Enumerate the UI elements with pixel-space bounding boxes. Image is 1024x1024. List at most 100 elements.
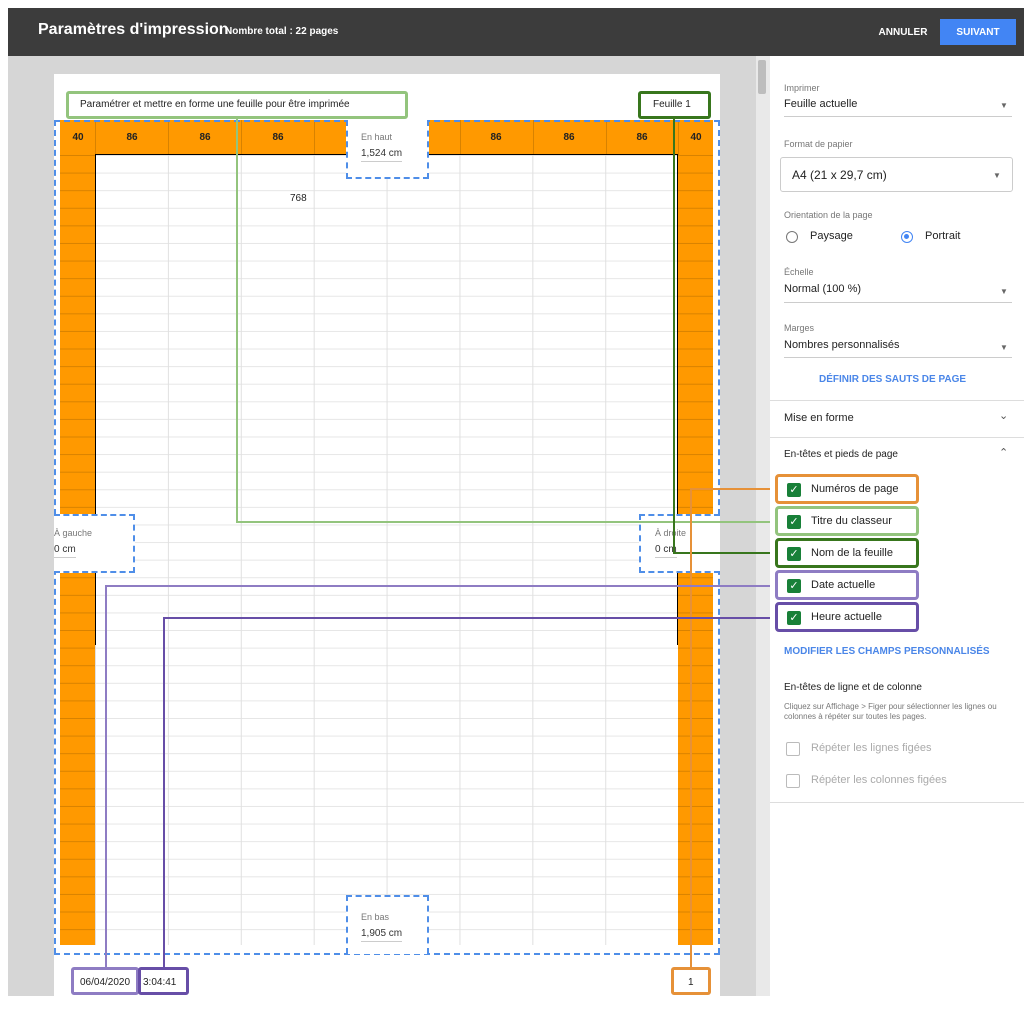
scale-underline xyxy=(784,302,1012,303)
right-margin-label: À droite xyxy=(655,528,687,538)
checkbox-checked-icon[interactable]: ✓ xyxy=(787,547,801,561)
column-width-label: 86 xyxy=(490,132,502,143)
page-numbers-checkbox-row[interactable]: ✓ Numéros de page xyxy=(775,474,919,504)
workbook-title-label: Titre du classeur xyxy=(811,515,892,527)
connector-date xyxy=(105,585,107,968)
repeat-columns-label: Répéter les colonnes figées xyxy=(811,774,947,786)
preview-scrollbar-thumb[interactable] xyxy=(758,60,766,94)
column-divider xyxy=(533,120,534,155)
row-column-headers-title: En-têtes de ligne et de colonne xyxy=(784,682,922,693)
sheet-grid xyxy=(95,155,678,945)
repeat-rows-label: Répéter les lignes figées xyxy=(811,742,932,754)
bottom-margin-label: En bas xyxy=(361,912,390,922)
section-divider xyxy=(770,437,1024,438)
column-width-label: 86 xyxy=(199,132,211,143)
margins-label: Marges xyxy=(784,323,815,333)
column-width-label: 40 xyxy=(690,132,702,143)
chevron-down-icon[interactable]: ▼ xyxy=(1000,343,1008,352)
connector-page-number xyxy=(690,488,692,968)
left-margin-box[interactable]: À gauche 0 cm xyxy=(54,514,135,573)
cancel-button[interactable]: ANNULER xyxy=(870,19,936,45)
header-sheet-name: Feuille 1 xyxy=(653,99,691,110)
column-width-label: 40 xyxy=(72,132,84,143)
portrait-radio[interactable] xyxy=(901,231,913,243)
column-divider xyxy=(168,120,169,155)
connector-workbook-title xyxy=(236,119,238,523)
left-margin-value[interactable]: 0 cm xyxy=(54,544,76,558)
connector-time xyxy=(163,617,776,619)
connector-time xyxy=(163,617,165,968)
connector-sheet-name xyxy=(673,119,675,554)
current-date-label: Date actuelle xyxy=(811,579,876,591)
column-divider xyxy=(460,120,461,155)
page-numbers-label: Numéros de page xyxy=(811,483,899,495)
section-divider xyxy=(770,802,1024,803)
column-width-label: 86 xyxy=(636,132,648,143)
print-scope-underline xyxy=(784,116,1012,117)
scale-select[interactable]: Normal (100 %) xyxy=(784,283,861,295)
current-time-label: Heure actuelle xyxy=(811,611,882,623)
column-divider xyxy=(241,120,242,155)
set-page-breaks-link[interactable]: DÉFINIR DES SAUTS DE PAGE xyxy=(819,374,966,385)
row-column-help-text: Cliquez sur Affichage > Figer pour sélec… xyxy=(784,702,997,721)
column-width-label: 86 xyxy=(272,132,284,143)
checkbox-checked-icon[interactable]: ✓ xyxy=(787,579,801,593)
top-bar: Paramètres d'impression Nombre total : 2… xyxy=(8,8,1024,56)
repeat-columns-checkbox[interactable] xyxy=(786,774,800,788)
column-divider xyxy=(314,120,315,155)
sheet-name-label: Nom de la feuille xyxy=(811,547,893,559)
margins-underline xyxy=(784,357,1012,358)
edit-custom-fields-link[interactable]: MODIFIER LES CHAMPS PERSONNALISÉS xyxy=(784,646,990,657)
preview-scrollbar[interactable] xyxy=(756,56,770,996)
page-title: Paramètres d'impression xyxy=(38,21,229,38)
bottom-margin-value[interactable]: 1,905 cm xyxy=(361,928,403,942)
margins-select[interactable]: Nombres personnalisés xyxy=(784,339,900,351)
current-time-checkbox-row[interactable]: ✓ Heure actuelle xyxy=(775,602,919,632)
workbook-title-checkbox-row[interactable]: ✓ Titre du classeur xyxy=(775,506,919,536)
orientation-label: Orientation de la page xyxy=(784,210,873,220)
headers-footers-section[interactable]: En-têtes et pieds de page xyxy=(784,449,898,460)
chevron-down-icon[interactable]: ▼ xyxy=(993,171,1001,180)
chevron-up-icon[interactable]: ⌃ xyxy=(999,446,1008,459)
column-width-label: 86 xyxy=(126,132,138,143)
column-divider xyxy=(678,120,679,155)
current-date-checkbox-row[interactable]: ✓ Date actuelle xyxy=(775,570,919,600)
repeat-rows-checkbox[interactable] xyxy=(786,742,800,756)
sheet-name-checkbox-row[interactable]: ✓ Nom de la feuille xyxy=(775,538,919,568)
header-workbook-title: Paramétrer et mettre en forme une feuill… xyxy=(80,99,350,110)
footer-date: 06/04/2020 xyxy=(80,977,131,988)
print-scope-label: Imprimer xyxy=(784,83,820,93)
chevron-down-icon[interactable]: ▼ xyxy=(1000,101,1008,110)
connector-sheet-name xyxy=(673,552,776,554)
scale-label: Échelle xyxy=(784,267,814,277)
paper-size-label: Format de papier xyxy=(784,139,853,149)
landscape-radio[interactable] xyxy=(786,231,798,243)
checkbox-checked-icon[interactable]: ✓ xyxy=(787,611,801,625)
left-margin-label: À gauche xyxy=(54,528,93,538)
landscape-label: Paysage xyxy=(810,230,853,242)
column-width-label: 86 xyxy=(563,132,575,143)
paper-size-value: A4 (21 x 29,7 cm) xyxy=(792,168,887,182)
formatting-section[interactable]: Mise en forme xyxy=(784,412,854,424)
top-margin-value[interactable]: 1,524 cm xyxy=(361,148,403,162)
checkbox-checked-icon[interactable]: ✓ xyxy=(787,483,801,497)
bottom-margin-box[interactable]: En bas 1,905 cm xyxy=(346,895,429,954)
checkbox-checked-icon[interactable]: ✓ xyxy=(787,515,801,529)
connector-page-number xyxy=(690,488,776,490)
column-divider xyxy=(95,120,96,155)
chevron-down-icon[interactable]: ▼ xyxy=(1000,287,1008,296)
print-settings-screen: Paramètres d'impression Nombre total : 2… xyxy=(0,0,1024,1024)
cell-value: 768 xyxy=(290,193,307,204)
top-margin-label: En haut xyxy=(361,132,393,142)
top-margin-box[interactable]: En haut 1,524 cm xyxy=(346,120,429,179)
connector-workbook-title xyxy=(236,521,776,523)
connector-date xyxy=(105,585,776,587)
column-divider xyxy=(606,120,607,155)
print-scope-select[interactable]: Feuille actuelle xyxy=(784,98,857,110)
footer-page-number: 1 xyxy=(688,977,694,988)
portrait-label: Portrait xyxy=(925,230,961,242)
section-divider xyxy=(770,400,1024,401)
footer-time: 3:04:41 xyxy=(143,977,177,988)
next-button[interactable]: SUIVANT xyxy=(940,19,1016,45)
chevron-down-icon[interactable]: ⌄ xyxy=(999,409,1008,422)
